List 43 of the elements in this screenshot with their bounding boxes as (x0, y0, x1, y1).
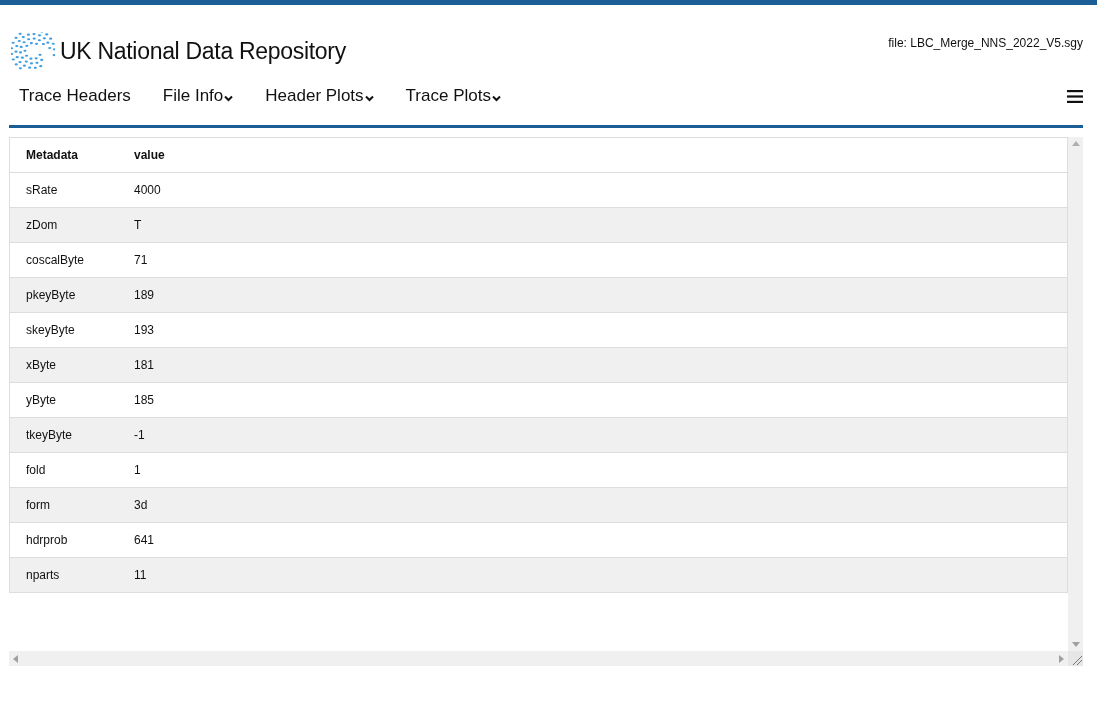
scroll-right-icon[interactable] (1059, 654, 1064, 663)
nav-dropdown[interactable]: Header Plots (265, 86, 374, 106)
column-header: Metadata (9, 137, 118, 173)
table-cell: zDom (9, 207, 118, 243)
table-cell: 4000 (118, 172, 1068, 208)
vertical-scrollbar[interactable] (1068, 137, 1083, 651)
table-cell: fold (9, 452, 118, 488)
table-cell: xByte (9, 347, 118, 383)
scroll-down-icon[interactable] (1071, 642, 1080, 647)
scroll-left-icon[interactable] (13, 654, 18, 663)
table-cell: form (9, 487, 118, 523)
table-cell: nparts (9, 557, 118, 593)
table-cell: 11 (118, 557, 1068, 593)
table-cell: skeyByte (9, 312, 118, 348)
table-cell: hdrprob (9, 522, 118, 558)
nav-dropdown[interactable]: File Info (162, 86, 234, 106)
horizontal-scrollbar[interactable] (9, 651, 1068, 666)
table-cell: 641 (118, 522, 1068, 558)
table-cell: 181 (118, 347, 1068, 383)
table-cell: 1 (118, 452, 1068, 488)
table-cell: -1 (118, 417, 1068, 453)
table-cell: 185 (118, 382, 1068, 418)
site-title: UK National Data Repository (60, 37, 346, 65)
table-cell: 71 (118, 242, 1068, 278)
table-cell: pkeyByte (9, 277, 118, 313)
table-cell: 3d (118, 487, 1068, 523)
menu-icon[interactable] (1067, 89, 1083, 103)
table-cell: 193 (118, 312, 1068, 348)
nav-dropdown[interactable]: Trace Plots (405, 86, 501, 106)
chevron-down-icon (224, 95, 234, 102)
column-header: value (118, 137, 1068, 173)
table-cell: sRate (9, 172, 118, 208)
scroll-up-icon[interactable] (1071, 141, 1080, 146)
table-cell: tkeyByte (9, 417, 118, 453)
chevron-down-icon (364, 95, 374, 102)
logo-icon (11, 32, 55, 70)
table-cell: 189 (118, 277, 1068, 313)
nav-link[interactable]: Trace Headers (19, 86, 131, 106)
table-cell: T (118, 207, 1068, 243)
table-cell: coscalByte (9, 242, 118, 278)
table-cell: yByte (9, 382, 118, 418)
chevron-down-icon (491, 95, 501, 102)
file-label: file: LBC_Merge_NNS_2022_V5.sgy (888, 36, 1083, 50)
